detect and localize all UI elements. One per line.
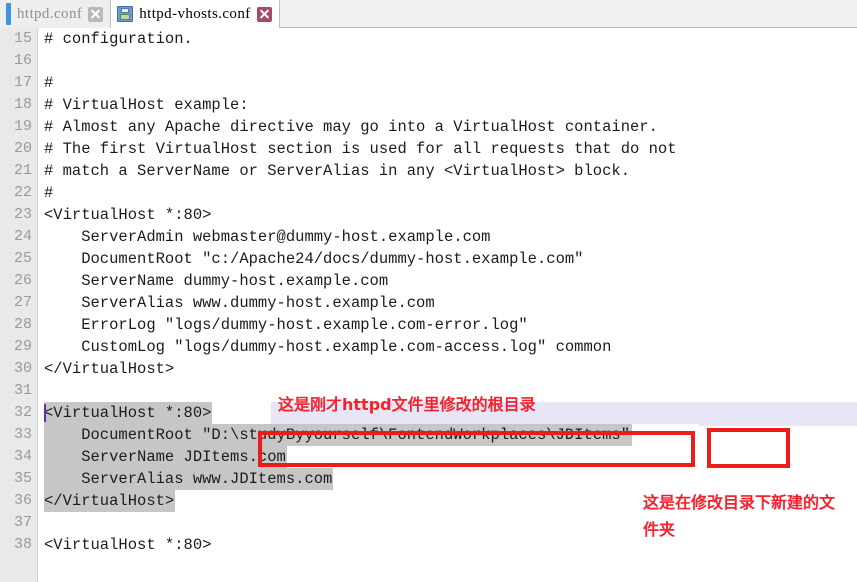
line-number-gutter: 15 16 17 18 19 20 21 22 23 24 25 26 27 28 29 30 31 32 33 34… xyxy=(0,28,38,582)
line-number: 29 xyxy=(13,338,32,355)
code-line[interactable]: ServerName dummy-host.example.com xyxy=(39,270,857,292)
code-line[interactable]: # Almost any Apache directive may go int… xyxy=(39,116,857,138)
line-number: 28 xyxy=(13,316,32,333)
code-line-text: CustomLog "logs/dummy-host.example.com-a… xyxy=(44,338,612,356)
line-number: 31 xyxy=(13,382,32,399)
code-line-text: </VirtualHost> xyxy=(44,492,175,510)
code-line-text: ServerName JDItems.com xyxy=(44,448,286,466)
tab-httpd-conf[interactable]: httpd.conf xyxy=(0,0,112,28)
code-line-text: ServerAlias www.JDItems.com xyxy=(44,470,333,488)
line-number: 19 xyxy=(13,118,32,135)
code-line-text: <VirtualHost *:80> xyxy=(44,404,212,422)
code-line-text: # match a ServerName or ServerAlias in a… xyxy=(44,162,630,180)
code-line-text: ServerAlias www.dummy-host.example.com xyxy=(44,294,435,312)
editor-window: httpd.conf httpd-vhosts.conf 15 16 17 18 19 2… xyxy=(0,0,857,582)
code-line-text: # xyxy=(44,74,54,92)
code-line[interactable]: ErrorLog "logs/dummy-host.example.com-er… xyxy=(39,314,857,336)
code-line[interactable]: # configuration. xyxy=(39,28,857,50)
line-number: 37 xyxy=(13,514,32,531)
line-number: 32 xyxy=(13,404,32,421)
line-number: 33 xyxy=(13,426,32,443)
close-icon[interactable] xyxy=(256,6,272,22)
line-number: 20 xyxy=(13,140,32,157)
code-line-text: <VirtualHost *:80> xyxy=(44,206,212,224)
current-line-highlight xyxy=(699,420,857,426)
line-number: 35 xyxy=(13,470,32,487)
code-line[interactable] xyxy=(39,50,857,72)
line-number: 15 xyxy=(13,30,32,47)
line-number: 16 xyxy=(13,52,32,69)
annotation-new-folder: 这是在修改目录下新建的文件夹 xyxy=(643,493,836,539)
tab-label: httpd-vhosts.conf xyxy=(139,5,251,22)
text-caret xyxy=(44,404,46,422)
line-number: 18 xyxy=(13,96,32,113)
code-line[interactable]: DocumentRoot "D:\studyByyourself\Fontend… xyxy=(39,420,857,446)
annotation-root-directory: 这是刚才httpd文件里修改的根目录 xyxy=(278,395,536,414)
code-line[interactable]: DocumentRoot "c:/Apache24/docs/dummy-hos… xyxy=(39,248,857,270)
line-number: 30 xyxy=(13,360,32,377)
code-line-text: ErrorLog "logs/dummy-host.example.com-er… xyxy=(44,316,528,334)
code-line-text: # configuration. xyxy=(44,30,193,48)
code-line-text: # The first VirtualHost section is used … xyxy=(44,140,677,158)
line-number: 24 xyxy=(13,228,32,245)
code-line-text: # VirtualHost example: xyxy=(44,96,249,114)
accent-bar-icon xyxy=(6,3,11,25)
code-line-text: # Almost any Apache directive may go int… xyxy=(44,118,658,136)
code-line[interactable]: <VirtualHost *:80> xyxy=(39,204,857,226)
code-line-text: DocumentRoot "D:\studyByyourself\Fontend… xyxy=(44,426,630,444)
code-line[interactable]: # xyxy=(39,182,857,204)
tab-bar: httpd.conf httpd-vhosts.conf xyxy=(0,0,857,28)
code-line[interactable]: </VirtualHost> xyxy=(39,358,857,380)
code-line-text: # xyxy=(44,184,54,202)
code-line[interactable]: # The first VirtualHost section is used … xyxy=(39,138,857,160)
line-number: 23 xyxy=(13,206,32,223)
code-line-text: <VirtualHost *:80> xyxy=(44,536,212,554)
line-number: 34 xyxy=(13,448,32,465)
line-number: 27 xyxy=(13,294,32,311)
code-line-text: ServerAdmin webmaster@dummy-host.example… xyxy=(44,228,491,246)
line-number: 22 xyxy=(13,184,32,201)
code-line-text: </VirtualHost> xyxy=(44,360,175,378)
code-line[interactable]: ServerAdmin webmaster@dummy-host.example… xyxy=(39,226,857,248)
line-number: 36 xyxy=(13,492,32,509)
line-number: 38 xyxy=(13,536,32,553)
line-number: 21 xyxy=(13,162,32,179)
code-line-text: ServerName dummy-host.example.com xyxy=(44,272,389,290)
code-line[interactable]: ServerName JDItems.com xyxy=(39,446,857,468)
line-number: 26 xyxy=(13,272,32,289)
line-number: 17 xyxy=(13,74,32,91)
save-floppy-icon xyxy=(117,6,134,22)
code-line[interactable]: # VirtualHost example: xyxy=(39,94,857,116)
close-icon[interactable] xyxy=(88,6,104,22)
code-line-text: DocumentRoot "c:/Apache24/docs/dummy-hos… xyxy=(44,250,584,268)
code-line[interactable]: # xyxy=(39,72,857,94)
line-number: 25 xyxy=(13,250,32,267)
tab-httpd-vhosts-conf[interactable]: httpd-vhosts.conf xyxy=(111,0,280,28)
code-line[interactable]: # match a ServerName or ServerAlias in a… xyxy=(39,160,857,182)
tab-label: httpd.conf xyxy=(17,5,83,22)
code-line[interactable]: CustomLog "logs/dummy-host.example.com-a… xyxy=(39,336,857,358)
code-line[interactable]: ServerAlias www.dummy-host.example.com xyxy=(39,292,857,314)
code-line[interactable]: ServerAlias www.JDItems.com xyxy=(39,468,857,490)
